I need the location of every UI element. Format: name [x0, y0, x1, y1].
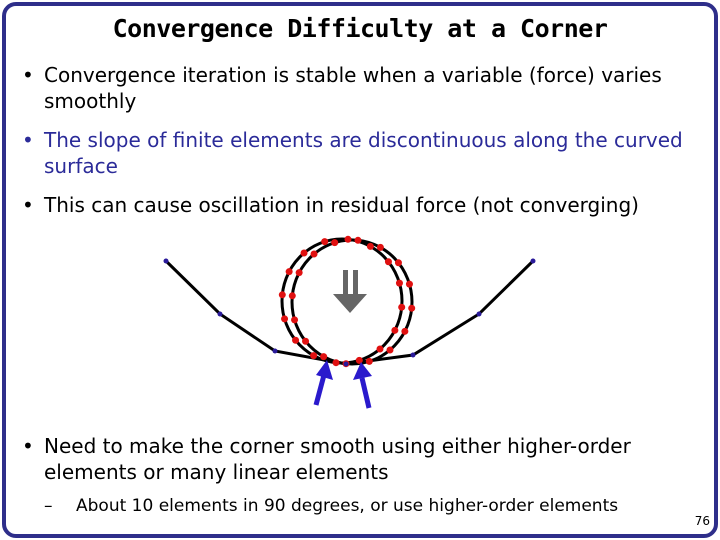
circle-node	[281, 315, 289, 323]
surface-node	[343, 361, 349, 367]
circle-node	[291, 316, 299, 324]
surface-nodes	[163, 258, 536, 367]
circle-node	[384, 258, 392, 266]
circle-node	[295, 269, 303, 277]
circle-node	[331, 239, 339, 247]
circle-node	[386, 346, 394, 354]
sub-bullet-text: About 10 elements in 90 degrees, or use …	[76, 496, 619, 516]
circle-node	[355, 356, 363, 364]
circle-node	[391, 326, 399, 334]
page-number: 76	[694, 514, 710, 528]
circle-node	[376, 243, 384, 251]
circle-node	[310, 352, 318, 360]
circle-node	[302, 337, 310, 345]
circle-node	[332, 359, 340, 367]
circle-node	[310, 250, 318, 258]
surface-node	[272, 348, 278, 354]
surface-node	[410, 352, 416, 358]
contact-force-arrow-icon	[313, 360, 333, 406]
surface-node	[476, 311, 482, 317]
bullet-marker: •	[22, 434, 34, 458]
circle-node	[394, 259, 402, 267]
circle-node	[395, 279, 403, 287]
bullet-text: Need to make the corner smooth using eit…	[44, 434, 631, 484]
circle-node	[288, 292, 296, 300]
circle-node	[408, 304, 416, 312]
circle-node	[405, 280, 413, 288]
circle-node	[278, 291, 286, 299]
contact-force-arrow-icon	[353, 362, 372, 409]
circle-node	[320, 353, 328, 361]
circle-node	[354, 236, 362, 244]
circle-node	[285, 268, 293, 276]
surface-node	[217, 311, 223, 317]
circle-node	[344, 235, 352, 243]
surface-node	[163, 258, 169, 264]
circle-node	[365, 357, 373, 365]
circle-node	[300, 249, 308, 257]
sub-bullet-marker: –	[44, 496, 53, 516]
circle-node	[398, 303, 406, 311]
circle-node	[321, 238, 329, 246]
circle-node	[292, 336, 300, 344]
circle-node	[366, 242, 374, 250]
circle-node	[401, 327, 409, 335]
circle-node	[376, 345, 384, 353]
surface-node	[530, 258, 536, 264]
load-arrow-icon	[333, 270, 367, 313]
